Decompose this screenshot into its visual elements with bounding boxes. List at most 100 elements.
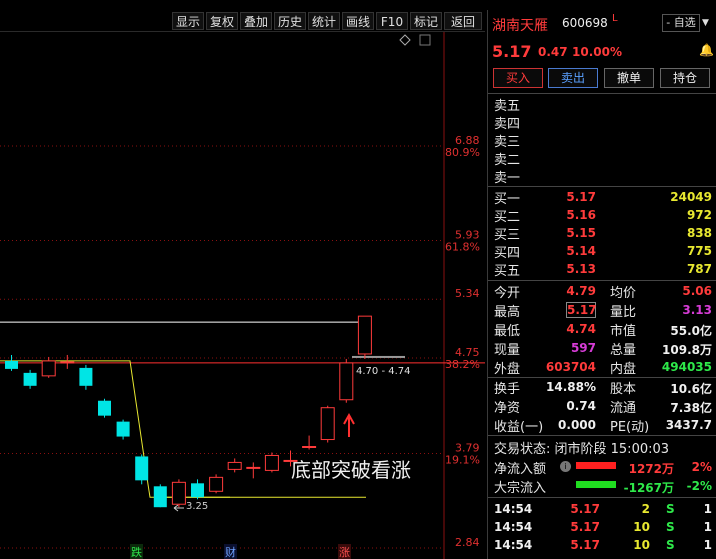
- candle-body: [357, 315, 372, 355]
- tick-time: 14:54: [494, 538, 533, 552]
- toolbar-adjust-button[interactable]: 复权: [206, 12, 238, 30]
- price-tick-label: 5.34: [455, 287, 480, 300]
- marker-up[interactable]: 涨: [338, 544, 351, 559]
- net-inflow-bar: [576, 462, 616, 469]
- buy-3-price: 5.15: [566, 226, 596, 240]
- trade-status: 交易状态: 闭市阶段 15:00:03: [494, 442, 670, 457]
- candle-body: [171, 481, 186, 505]
- buy-4-price: 5.14: [566, 244, 596, 258]
- candle-body: [116, 421, 130, 437]
- tick-price: 5.17: [570, 538, 600, 552]
- fib-pct-label: 61.8%: [445, 241, 480, 254]
- cancel-order-button[interactable]: 撤单: [604, 68, 654, 88]
- tick-side: S: [666, 538, 675, 552]
- price-change-pct: 10.00%: [572, 45, 622, 59]
- net-inflow-label: 净流入额: [494, 462, 547, 477]
- price-tick-label: 2.84: [455, 536, 480, 549]
- bell-icon[interactable]: 🔔: [699, 43, 714, 57]
- marker-down[interactable]: 跌: [130, 544, 143, 559]
- diamond-icon[interactable]: [399, 34, 411, 46]
- high-label: 最高: [494, 305, 521, 320]
- toolbar-stats-button[interactable]: 统计: [308, 12, 340, 30]
- marker-finance[interactable]: 财: [224, 544, 237, 559]
- buy-3-label: 买三: [494, 228, 521, 243]
- candlestick-chart[interactable]: 6.88 80.9% 5.93 61.8% 5.34 4.75 38.2% 3.79 19.1%…: [0, 32, 485, 559]
- low-value: 4.74: [566, 322, 596, 336]
- candle-body: [209, 476, 224, 492]
- candle-body: [339, 362, 354, 401]
- range-label: 4.70 - 4.74: [356, 366, 411, 377]
- toolbar-draw-button[interactable]: 画线: [342, 12, 374, 30]
- block-inflow-label: 大宗流入: [494, 481, 547, 496]
- quote-panel: 湖南天雁 600698 L - 自选 ▼ 5.17 0.47 10.00% 🔔 …: [487, 10, 716, 559]
- toolbar-display-button[interactable]: 显示: [172, 12, 204, 30]
- inner-volume-label: 内盘: [610, 362, 637, 377]
- buy-4-label: 买四: [494, 246, 521, 261]
- pe-label: PE(动): [610, 420, 650, 435]
- fib-pct-label: 19.1%: [445, 453, 480, 466]
- tick-price: 5.17: [570, 520, 600, 534]
- tick-count: 1: [703, 538, 712, 552]
- buy-4-volume: 775: [686, 244, 712, 258]
- volume-ratio-label: 量比: [610, 305, 637, 320]
- candle-body: [135, 456, 149, 481]
- candle-body: [41, 360, 56, 377]
- turnover-label: 换手: [494, 382, 521, 397]
- turnover-value: 14.88%: [546, 380, 596, 394]
- positions-button[interactable]: 持仓: [660, 68, 710, 88]
- low-price-label: 3.25: [186, 501, 209, 512]
- chart-canvas[interactable]: 6.8880.9%5.9361.8%5.344.7538.2%3.7919.1%…: [0, 32, 485, 559]
- buy-2-label: 买二: [494, 210, 521, 225]
- tick-volume: 10: [633, 538, 650, 552]
- block-inflow-pct: -2%: [686, 479, 712, 493]
- stock-name: 湖南天雁: [492, 18, 548, 34]
- toolbar-overlay-button[interactable]: 叠加: [240, 12, 272, 30]
- avg-price-label: 均价: [610, 286, 637, 301]
- buy-5-label: 买五: [494, 264, 521, 279]
- candle-body: [79, 367, 93, 386]
- sell-4-label: 卖四: [494, 117, 521, 132]
- block-inflow-value: -1267万: [623, 481, 674, 495]
- market-cap-value: 55.0亿: [670, 324, 712, 338]
- buy-1-volume: 24049: [670, 190, 712, 204]
- tick-time: 14:54: [494, 520, 533, 534]
- dropdown-icon[interactable]: ▼: [702, 14, 714, 32]
- fib-pct-label: 38.2%: [445, 358, 480, 371]
- tick-time: 14:54: [494, 502, 533, 516]
- block-inflow-bar: [576, 481, 616, 488]
- price-change: 0.47: [538, 45, 568, 59]
- annotation-text: 底部突破看涨: [291, 458, 411, 482]
- total-volume-label: 总量: [610, 343, 637, 358]
- share-capital-label: 股本: [610, 382, 637, 397]
- candle-body: [264, 454, 279, 471]
- tick-side: S: [666, 502, 675, 516]
- net-inflow-value: 1272万: [628, 462, 674, 476]
- volume-ratio-value: 3.13: [682, 303, 712, 317]
- buy-3-volume: 838: [686, 226, 712, 240]
- up-arrow-icon: [343, 412, 355, 437]
- inner-volume-value: 494035: [661, 360, 712, 374]
- share-capital-value: 10.6亿: [670, 382, 712, 396]
- toolbar-history-button[interactable]: 历史: [274, 12, 306, 30]
- toolbar-mark-button[interactable]: 标记: [410, 12, 442, 30]
- tick-volume: 2: [641, 502, 650, 516]
- tick-count: 1: [703, 520, 712, 534]
- sell-button[interactable]: 卖出: [548, 68, 598, 88]
- watchlist-button[interactable]: - 自选: [662, 14, 700, 32]
- buy-5-price: 5.13: [566, 262, 596, 276]
- toolbar-f10-button[interactable]: F10: [376, 12, 408, 30]
- sell-3-label: 卖三: [494, 135, 521, 150]
- eps-label: 收益(一): [494, 420, 544, 435]
- chart-toggle-icon[interactable]: [419, 34, 431, 46]
- chart-toolbar: 显示 复权 叠加 历史 统计 画线 F10 标记 返回: [0, 10, 485, 32]
- buy-button[interactable]: 买入: [493, 68, 543, 88]
- candle-body: [246, 466, 261, 469]
- buy-5-volume: 787: [686, 262, 712, 276]
- info-icon[interactable]: i: [560, 461, 571, 472]
- candle-body: [60, 361, 75, 364]
- sell-1-label: 卖一: [494, 171, 521, 186]
- toolbar-back-button[interactable]: 返回: [444, 12, 482, 30]
- current-volume-label: 现量: [494, 343, 521, 358]
- net-assets-label: 净资: [494, 401, 521, 416]
- candle-body: [153, 486, 167, 508]
